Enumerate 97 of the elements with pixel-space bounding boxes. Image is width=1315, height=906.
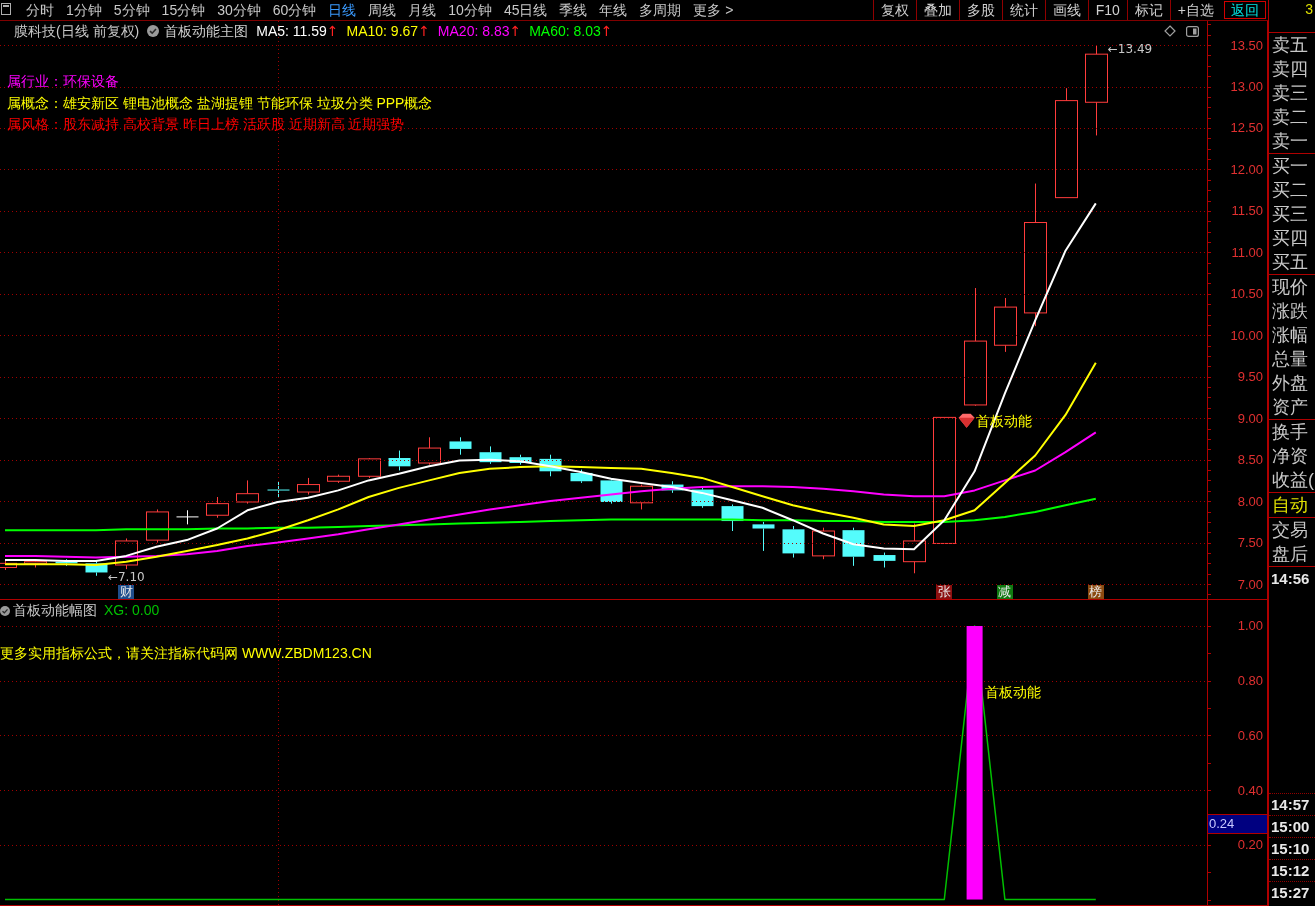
trade-time: 15:00: [1269, 815, 1315, 837]
quote-field-label: 外盘: [1271, 372, 1309, 395]
period-tab[interactable]: 分时: [26, 0, 54, 20]
axis-label: 13.00: [1230, 79, 1263, 94]
cursor-value-readout: 0.24: [1207, 814, 1268, 834]
legend-value: MA5: 11.59: [256, 21, 327, 41]
quote-field-label: 交易: [1271, 519, 1309, 542]
signal-label: 首板动能: [984, 683, 1041, 700]
indicator-name: 首板动能幅图: [13, 601, 97, 620]
quote-field-label: 涨跌: [1271, 300, 1309, 323]
toolbar-button[interactable]: 复权: [872, 0, 916, 20]
quote-field-label: 卖一: [1271, 130, 1309, 153]
quote-field-label: 买二: [1271, 179, 1309, 202]
axis-label: 9.50: [1237, 369, 1263, 385]
toolbar-button[interactable]: +自选: [1169, 0, 1221, 20]
axis-label: 7.00: [1237, 576, 1263, 592]
trade-time: 15:10: [1269, 837, 1315, 859]
quote-field-label: 净资: [1271, 445, 1309, 468]
toolbar-button[interactable]: 统计: [1001, 0, 1045, 20]
axis-label: 8.00: [1237, 493, 1263, 509]
quote-field-label: 买四: [1271, 227, 1309, 250]
axis-label: 11.00: [1231, 244, 1263, 260]
event-tag: 张: [936, 585, 953, 599]
promo-note: 更多实用指标公式，请关注指标代码网 WWW.ZBDM123.CN: [0, 644, 372, 663]
quote-field-label: 买三: [1271, 203, 1309, 226]
axis-label: 0.20: [1237, 837, 1263, 853]
legend-value: MA10: 9.67: [346, 21, 419, 41]
toolbar-button[interactable]: 叠加: [915, 0, 959, 20]
axis-label: 12.00: [1230, 161, 1263, 177]
event-tag: 榜: [1087, 585, 1104, 599]
period-tab[interactable]: 10分钟: [448, 0, 492, 20]
period-tab[interactable]: 多周期: [639, 0, 682, 20]
quote-field-label: 卖四: [1271, 58, 1309, 81]
trade-time: 14:57: [1269, 793, 1315, 815]
period-tab[interactable]: 年线: [599, 0, 628, 20]
axis-label: 1.00: [1237, 618, 1263, 634]
axis-label: 9.00: [1237, 410, 1263, 426]
quote-field-label: 卖五: [1271, 34, 1309, 57]
toolbar-button[interactable]: F10: [1087, 0, 1127, 20]
toolbar-button[interactable]: 标记: [1126, 0, 1170, 20]
axis-label: 0.80: [1237, 673, 1263, 689]
toolbar-button[interactable]: 画线: [1044, 0, 1088, 20]
quote-field-label: 收益(: [1271, 469, 1315, 492]
indicator-name: 首板动能主图: [164, 21, 249, 41]
up-arrow: ↑: [509, 21, 522, 41]
quote-field-label: 盘后: [1271, 543, 1309, 566]
header-text: 3: [1305, 0, 1314, 18]
axis-label: 0.60: [1237, 727, 1263, 743]
quote-field-label: 涨幅: [1271, 324, 1309, 347]
axis-label: 10.00: [1230, 327, 1263, 343]
up-arrow: ↑: [600, 21, 613, 41]
period-tab[interactable]: 30分钟: [217, 0, 261, 20]
period-tab[interactable]: 周线: [368, 0, 397, 20]
quote-field-label: 卖二: [1271, 106, 1309, 129]
quote-field-label: 总量: [1271, 348, 1309, 371]
chart-title: 膜科技(日线 前复权): [14, 21, 140, 41]
legend-value: MA20: 8.83: [437, 21, 510, 41]
diamond-icon[interactable]: [1164, 25, 1176, 37]
toolbar-button[interactable]: 返回: [1224, 1, 1266, 19]
event-tag: 财: [118, 585, 135, 599]
event-tag: 减: [996, 585, 1013, 599]
square-icon[interactable]: [1, 3, 11, 15]
period-tab[interactable]: 日线: [328, 0, 357, 20]
trade-time: 15:27: [1269, 881, 1315, 903]
axis-label: 12.50: [1230, 120, 1263, 136]
period-tab[interactable]: 更多 >: [693, 0, 734, 20]
period-tab[interactable]: 15分钟: [161, 0, 206, 20]
panel-toggle-icon[interactable]: [1186, 25, 1199, 37]
period-tab[interactable]: 5分钟: [113, 0, 150, 20]
legend-value: XG: 0.00: [104, 601, 160, 620]
quote-field-label: 换手: [1271, 421, 1309, 444]
period-tab[interactable]: 45日线: [503, 0, 548, 20]
trade-time: 14:56: [1270, 569, 1311, 589]
toolbar-button[interactable]: 多股: [958, 0, 1002, 20]
check-circle-icon: [0, 605, 10, 616]
axis-label: 8.50: [1237, 452, 1263, 468]
period-tab[interactable]: 1分钟: [66, 0, 102, 20]
up-arrow: ↑: [418, 21, 430, 41]
quote-field-label: 自动: [1271, 494, 1309, 517]
quote-field-label: 卖三: [1271, 82, 1309, 105]
quote-field-label: 资产: [1271, 396, 1309, 419]
quote-field-label: 现价: [1271, 276, 1309, 299]
trade-time: 15:12: [1269, 859, 1315, 881]
check-circle-icon: [147, 25, 160, 37]
axis-label: 11.50: [1231, 203, 1263, 219]
axis-label: 10.50: [1230, 286, 1263, 302]
quote-field-label: 买五: [1271, 251, 1309, 274]
quote-field-label: 买一: [1271, 155, 1309, 178]
axis-label: 0.40: [1237, 782, 1263, 798]
legend-value: MA60: 8.03: [529, 21, 601, 41]
up-arrow: ↑: [326, 21, 339, 41]
price-label: ←13.49: [1107, 42, 1153, 57]
axis-label: 7.50: [1237, 535, 1263, 551]
period-tab[interactable]: 60分钟: [272, 0, 317, 20]
period-tab[interactable]: 月线: [408, 0, 437, 20]
axis-label: 13.50: [1230, 37, 1263, 53]
period-tab[interactable]: 季线: [559, 0, 588, 20]
